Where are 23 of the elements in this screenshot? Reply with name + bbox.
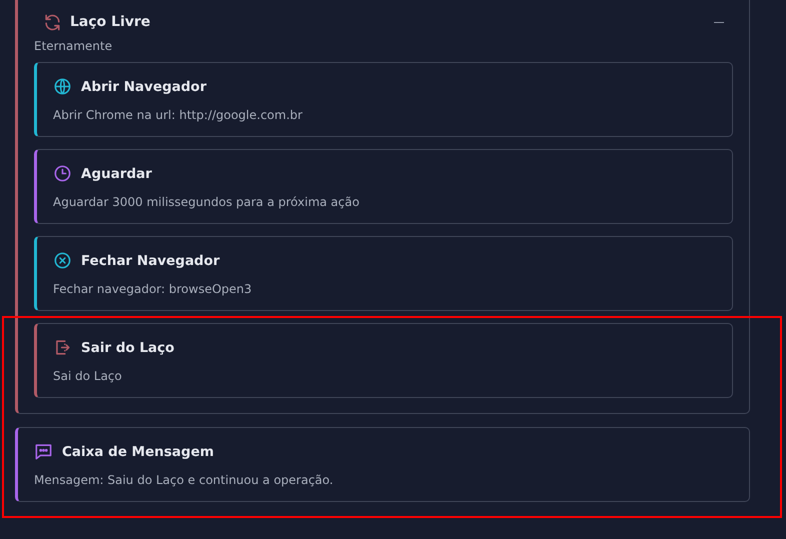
step-description: Mensagem: Saiu do Laço e continuou a operação. (34, 473, 334, 487)
step-title: Caixa de Mensagem (62, 444, 214, 460)
step-title: Aguardar (81, 166, 152, 182)
step-description: Aguardar 3000 milissegundos para a próxima ação (53, 195, 360, 209)
clock-icon (53, 164, 72, 183)
step-card[interactable]: Caixa de Mensagem Mensagem: Saiu do Laço e continuou a operação. (15, 427, 750, 502)
step-description: Sai do Laço (53, 369, 123, 383)
loop-title: Laço Livre (70, 14, 150, 30)
step-description: Abrir Chrome na url: http://google.com.br (53, 108, 304, 122)
loop-condition: Eternamente (34, 39, 114, 53)
step-title: Abrir Navegador (81, 78, 206, 94)
step-card[interactable]: Fechar Navegador Fechar navegador: browseOpen3 (34, 236, 733, 311)
step-title: Sair do Laço (81, 340, 174, 356)
step-card[interactable]: Aguardar Aguardar 3000 milissegundos para a próxima ação (34, 149, 733, 224)
close-circle-icon (53, 251, 72, 270)
step-card[interactable]: Sair do Laço Sai do Laço (34, 323, 733, 398)
exit-icon (53, 338, 72, 357)
globe-icon (53, 77, 72, 96)
step-title: Fechar Navegador (81, 252, 220, 268)
chat-icon (34, 442, 53, 461)
step-description: Fechar navegador: browseOpen3 (53, 282, 253, 296)
step-card[interactable]: Abrir Navegador Abrir Chrome na url: http://google.com.br (34, 62, 733, 137)
refresh-icon (43, 12, 62, 32)
